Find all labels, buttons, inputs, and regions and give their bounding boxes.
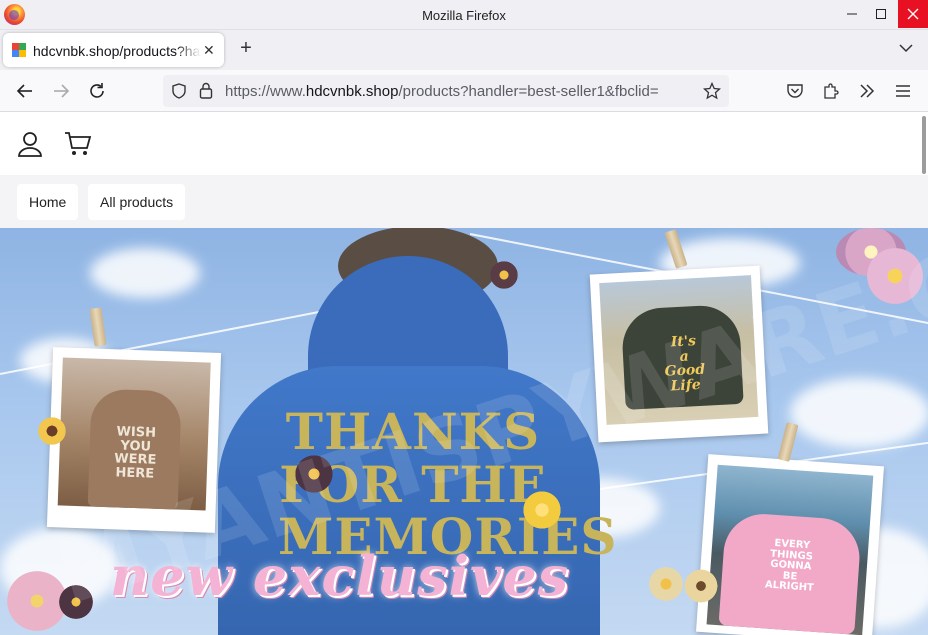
navigation-toolbar: https://www.hdcvnbk.shop/products?handle… — [0, 70, 928, 112]
hoodie-print-line: THANKS — [285, 402, 541, 461]
close-window-button[interactable] — [898, 0, 928, 28]
banner-headline: new exclusives — [110, 544, 570, 608]
photo-polaroid-left: WISH YOU WERE HERE — [46, 347, 222, 533]
url-domain: hdcvnbk.shop — [305, 83, 399, 100]
site-header-icons — [16, 130, 92, 158]
back-button[interactable] — [13, 79, 37, 103]
list-all-tabs-chevron-down-icon[interactable] — [898, 40, 914, 56]
double-chevron-right-icon — [860, 84, 875, 98]
pressed-flower-icon — [862, 246, 928, 306]
overflow-menu-button[interactable] — [855, 79, 879, 103]
photo-polaroid-top-right: It's a Good Life — [589, 265, 769, 443]
url-bar[interactable]: https://www.hdcvnbk.shop/products?handle… — [163, 75, 729, 107]
tab-strip: hdcvnbk.shop/products?handler=best-selle… — [0, 30, 928, 70]
pocket-button[interactable] — [783, 79, 807, 103]
forward-arrow-icon — [54, 84, 70, 98]
photo-top-right-image: It's a Good Life — [599, 275, 759, 425]
minimize-icon — [847, 13, 857, 15]
extensions-button[interactable] — [819, 79, 843, 103]
site-favicon-icon — [12, 43, 26, 57]
close-icon — [907, 8, 919, 20]
back-arrow-icon — [16, 84, 32, 98]
cloud — [790, 378, 928, 448]
url-prefix: https://www. — [225, 83, 306, 100]
account-user-icon[interactable] — [16, 130, 44, 158]
yellow-flower-icon — [36, 416, 68, 446]
clothespin-icon — [89, 307, 107, 347]
tab-active[interactable]: hdcvnbk.shop/products?handler=best-selle… — [3, 33, 224, 67]
forward-button[interactable] — [49, 79, 73, 103]
url-text[interactable]: https://www.hdcvnbk.shop/products?handle… — [225, 83, 659, 100]
pansy-flower-icon — [646, 566, 686, 602]
url-path: /products?handler=best-seller1&fbclid= — [398, 83, 659, 100]
maximize-icon — [876, 9, 886, 19]
tracking-protection-shield-icon[interactable] — [171, 83, 187, 99]
tab-title: hdcvnbk.shop/products?handler=best-selle… — [33, 43, 201, 59]
page-scrollbar[interactable] — [922, 116, 926, 174]
site-navigation: Home All products — [0, 175, 928, 228]
reload-icon — [90, 83, 104, 98]
reload-button[interactable] — [85, 79, 109, 103]
clothespin-icon — [777, 422, 799, 462]
puzzle-piece-icon — [824, 83, 839, 99]
app-menu-button[interactable] — [891, 79, 915, 103]
photo-polaroid-bottom-right: EVERY THINGS GONNA BE ALRIGHT — [696, 454, 884, 635]
maximize-button[interactable] — [867, 0, 895, 28]
photo-left-text-line: HERE — [115, 465, 155, 482]
web-page-content: Home All products WISH YOU WERE HERE It'… — [0, 112, 928, 635]
yellow-flower-icon — [520, 490, 564, 530]
hero-banner-image[interactable]: WISH YOU WERE HERE It's a Good Life EVER… — [0, 228, 928, 635]
cloud — [90, 248, 200, 298]
pansy-flower-icon — [682, 568, 720, 604]
window-title: Mozilla Firefox — [422, 8, 506, 23]
bookmark-star-icon[interactable] — [703, 82, 721, 100]
new-tab-button[interactable]: + — [236, 37, 256, 60]
pansy-flower-icon — [488, 260, 520, 290]
nav-link-home[interactable]: Home — [17, 184, 79, 220]
pansy-flower-icon — [292, 454, 336, 494]
minimize-button[interactable] — [838, 0, 866, 28]
title-bar: Mozilla Firefox — [0, 0, 928, 30]
pansy-flower-icon — [56, 584, 96, 620]
lock-icon[interactable] — [199, 82, 213, 99]
shopping-cart-icon[interactable] — [64, 130, 92, 158]
hamburger-menu-icon — [896, 85, 910, 97]
pocket-icon — [787, 84, 803, 98]
photo-left-image: WISH YOU WERE HERE — [57, 357, 211, 511]
nav-link-all-products[interactable]: All products — [88, 184, 186, 220]
tab-close-button[interactable]: ✕ — [203, 42, 215, 59]
photo-bottom-right-image: EVERY THINGS GONNA BE ALRIGHT — [706, 464, 874, 635]
